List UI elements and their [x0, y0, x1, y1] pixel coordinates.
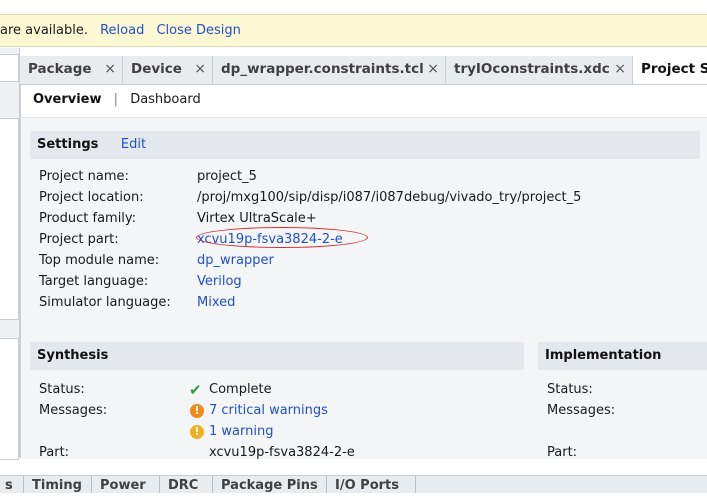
- row-label: Project location:: [39, 190, 144, 205]
- row-label: Product family:: [39, 211, 137, 226]
- bottom-tab-label: Package Pins: [221, 478, 318, 493]
- project-part-link[interactable]: xcvu19p-fsva3824-2-e: [197, 230, 343, 250]
- implementation-header: Implementation: [538, 342, 707, 370]
- reload-link[interactable]: Reload: [100, 23, 144, 38]
- close-design-link[interactable]: Close Design: [156, 23, 240, 38]
- top-module-link[interactable]: dp_wrapper: [197, 251, 274, 271]
- edit-settings-link[interactable]: Edit: [121, 137, 146, 152]
- tab-project-summary[interactable]: Project Su: [633, 56, 707, 84]
- tab-label: Package: [28, 61, 92, 77]
- bottom-tab-label: Timing: [32, 478, 82, 493]
- bottom-tab-label: s: [5, 478, 13, 493]
- tab-package[interactable]: Package ×: [20, 56, 123, 84]
- row-label: Status:: [547, 382, 593, 397]
- left-pane-card: [0, 338, 19, 460]
- bottom-tab-label: Power: [100, 478, 146, 493]
- row-label: Status:: [39, 382, 85, 397]
- synthesis-body: Status: ✔ Complete Messages: ! 7 critica…: [39, 380, 519, 460]
- subtab-dashboard[interactable]: Dashboard: [130, 92, 201, 107]
- bottom-tab-drc[interactable]: DRC: [159, 476, 212, 493]
- tab-constraints-tcl[interactable]: dp_wrapper.constraints.tcl ×: [213, 56, 446, 84]
- synthesis-title: Synthesis: [37, 348, 109, 363]
- left-pane: [0, 48, 20, 460]
- editor-tab-bar: Package × Device × dp_wrapper.constraint…: [20, 56, 707, 85]
- bottom-tab-power[interactable]: Power: [91, 476, 156, 493]
- product-family-value: Virtex UltraScale+: [197, 211, 317, 226]
- bottom-tab-io-ports[interactable]: I/O Ports: [326, 476, 416, 493]
- project-name-value: project_5: [197, 169, 257, 184]
- subtab-divider: |: [113, 92, 119, 107]
- tab-label: tryIOconstraints.xdc: [454, 61, 610, 77]
- critical-warning-icon: !: [190, 404, 204, 418]
- row-label: Part:: [547, 445, 578, 460]
- warnings-link[interactable]: 1 warning: [209, 422, 273, 442]
- implementation-body: Status: Messages: Part:: [547, 380, 707, 460]
- bottom-tab-label: DRC: [168, 478, 199, 493]
- row-label: Top module name:: [39, 253, 160, 268]
- close-icon[interactable]: ×: [104, 56, 116, 83]
- simulator-language-link[interactable]: Mixed: [197, 293, 235, 313]
- synthesis-part-value: xcvu19p-fsva3824-2-e: [209, 445, 355, 460]
- tab-device[interactable]: Device ×: [123, 56, 213, 84]
- row-label: Messages:: [39, 403, 108, 418]
- synthesis-status-value: Complete: [209, 382, 272, 397]
- synthesis-header: Synthesis: [30, 342, 524, 370]
- subtab-overview[interactable]: Overview: [33, 92, 102, 107]
- row-label: Messages:: [547, 403, 616, 418]
- banner-text: are available.: [0, 23, 88, 38]
- bottom-tool-tabs: s Timing Power DRC Package Pins I/O Port…: [0, 475, 707, 493]
- row-label: Part:: [39, 445, 70, 460]
- check-icon: ✔: [189, 381, 202, 399]
- tab-tryioconstraints-xdc[interactable]: tryIOconstraints.xdc ×: [446, 56, 633, 84]
- row-label: Project part:: [39, 232, 119, 247]
- implementation-title: Implementation: [545, 348, 662, 363]
- project-location-value: /proj/mxg100/sip/disp/i087/i087debug/viv…: [197, 190, 582, 205]
- left-pane-card: [0, 118, 19, 320]
- settings-header: Settings Edit: [30, 131, 700, 159]
- row-label: Target language:: [39, 274, 149, 289]
- overview-body: Settings Edit Project name: project_5 Pr…: [21, 117, 707, 460]
- tab-label: Project Su: [641, 61, 707, 77]
- info-banner: are available. Reload Close Design: [0, 14, 707, 47]
- close-icon[interactable]: ×: [614, 56, 626, 83]
- settings-title: Settings: [37, 137, 99, 152]
- critical-warnings-link[interactable]: 7 critical warnings: [209, 401, 328, 421]
- settings-rows: Project name: project_5 Project location…: [39, 167, 699, 317]
- left-pane-card: [0, 54, 19, 82]
- tab-label: Device: [131, 61, 182, 77]
- tab-label: dp_wrapper.constraints.tcl: [221, 61, 424, 77]
- close-icon[interactable]: ×: [194, 56, 206, 83]
- close-icon[interactable]: ×: [427, 56, 439, 83]
- top-strip: [0, 0, 707, 14]
- bottom-tab-timing[interactable]: Timing: [23, 476, 91, 493]
- summary-subtabs: Overview | Dashboard: [33, 92, 201, 107]
- row-label: Simulator language:: [39, 295, 171, 310]
- project-summary-panel: Overview | Dashboard Settings Edit Proje…: [20, 85, 707, 460]
- target-language-link[interactable]: Verilog: [197, 272, 242, 292]
- bottom-tab-partial[interactable]: s: [0, 476, 23, 493]
- bottom-tab-label: I/O Ports: [335, 478, 399, 493]
- bottom-tab-package-pins[interactable]: Package Pins: [212, 476, 326, 493]
- warning-icon: !: [190, 425, 204, 439]
- row-label: Project name:: [39, 169, 129, 184]
